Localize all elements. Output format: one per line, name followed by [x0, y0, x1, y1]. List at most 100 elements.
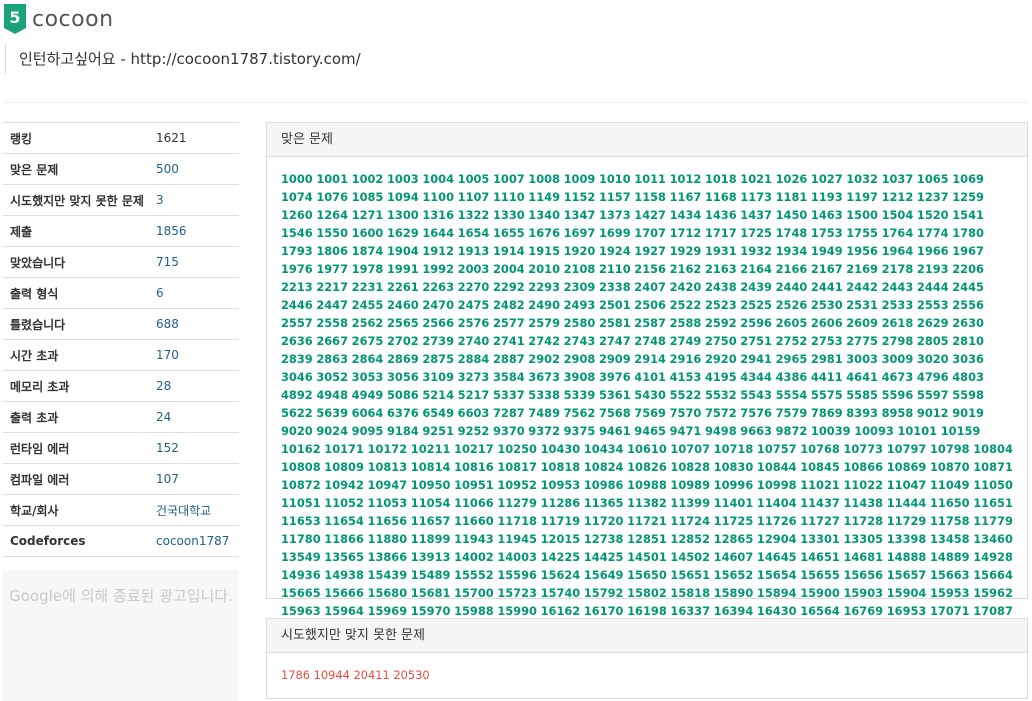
problem-link[interactable]: 4195: [705, 370, 737, 384]
problem-link[interactable]: 2941: [740, 352, 772, 366]
problem-link[interactable]: 1322: [458, 208, 490, 222]
problem-link[interactable]: 1725: [740, 226, 772, 240]
problem-link[interactable]: 1920: [564, 244, 596, 258]
problem-link[interactable]: 10797: [887, 442, 927, 456]
problem-link[interactable]: 2914: [634, 352, 666, 366]
problem-link[interactable]: 1697: [564, 226, 596, 240]
problem-link[interactable]: 2630: [952, 316, 984, 330]
problem-link[interactable]: 14928: [973, 550, 1013, 564]
problem-link[interactable]: 3052: [316, 370, 348, 384]
problem-link[interactable]: 11728: [843, 514, 883, 528]
problem-link[interactable]: 1037: [882, 172, 914, 186]
problem-link[interactable]: 1100: [422, 190, 454, 204]
problem-link[interactable]: 15723: [497, 586, 537, 600]
problem-link[interactable]: 12865: [714, 532, 754, 546]
problem-link[interactable]: 3673: [528, 370, 560, 384]
problem-link[interactable]: 10844: [757, 460, 797, 474]
problem-link[interactable]: 2884: [458, 352, 490, 366]
problem-link[interactable]: 5597: [917, 388, 949, 402]
problem-link[interactable]: 6064: [352, 406, 384, 420]
problem-link[interactable]: 2010: [528, 262, 560, 276]
problem-link[interactable]: 1949: [811, 244, 843, 258]
problem-link[interactable]: 1520: [917, 208, 949, 222]
problem-link[interactable]: 9252: [458, 424, 490, 438]
problem-link[interactable]: 1001: [316, 172, 348, 186]
problem-link[interactable]: 11049: [930, 478, 970, 492]
problem-link[interactable]: 5217: [458, 388, 490, 402]
problem-link[interactable]: 5596: [882, 388, 914, 402]
problem-link[interactable]: 11945: [497, 532, 537, 546]
problem-link[interactable]: 1012: [670, 172, 702, 186]
problem-link[interactable]: 6603: [458, 406, 490, 420]
problem-link[interactable]: 15650: [627, 568, 667, 582]
problem-link[interactable]: 1774: [917, 226, 949, 240]
problem-link[interactable]: 1027: [811, 172, 843, 186]
problem-link[interactable]: 1259: [952, 190, 984, 204]
problem-link[interactable]: 11866: [324, 532, 364, 546]
problem-link[interactable]: 10942: [324, 478, 364, 492]
problem-link[interactable]: 10996: [714, 478, 754, 492]
problem-link[interactable]: 1964: [882, 244, 914, 258]
problem-link[interactable]: 2110: [599, 262, 631, 276]
stats-value-link[interactable]: 28: [153, 370, 239, 402]
problem-link[interactable]: 9465: [634, 424, 666, 438]
problem-link[interactable]: 11725: [714, 514, 754, 528]
problem-link[interactable]: 1717: [705, 226, 737, 240]
problem-link[interactable]: 2525: [740, 298, 772, 312]
problem-link[interactable]: 14888: [887, 550, 927, 564]
problem-link[interactable]: 11399: [670, 496, 710, 510]
problem-link[interactable]: 1237: [917, 190, 949, 204]
problem-link[interactable]: 1157: [599, 190, 631, 204]
problem-link[interactable]: 1167: [670, 190, 702, 204]
problem-link[interactable]: 2587: [634, 316, 666, 330]
stats-value-link[interactable]: 건국대학교: [153, 494, 239, 526]
problem-link[interactable]: 10826: [627, 460, 667, 474]
problem-link[interactable]: 2576: [458, 316, 490, 330]
problem-link[interactable]: 2270: [458, 280, 490, 294]
problem-link[interactable]: 5337: [493, 388, 525, 402]
problem-link[interactable]: 7568: [599, 406, 631, 420]
problem-link[interactable]: 3056: [387, 370, 419, 384]
problem-link[interactable]: 10757: [757, 442, 797, 456]
problem-link[interactable]: 1764: [882, 226, 914, 240]
problem-link[interactable]: 1007: [493, 172, 525, 186]
problem-link[interactable]: 14502: [670, 550, 710, 564]
problem-link[interactable]: 11656: [368, 514, 408, 528]
problem-link[interactable]: 10952: [497, 478, 537, 492]
problem-link[interactable]: 11382: [627, 496, 667, 510]
problem-link[interactable]: 1546: [281, 226, 313, 240]
problem-link[interactable]: 10866: [843, 460, 883, 474]
problem-link[interactable]: 2108: [564, 262, 596, 276]
problem-link[interactable]: 2447: [316, 298, 348, 312]
stats-value-link[interactable]: 24: [153, 401, 239, 433]
problem-link[interactable]: 1806: [316, 244, 348, 258]
problem-link[interactable]: 2446: [281, 298, 313, 312]
problem-link[interactable]: 14607: [714, 550, 754, 564]
problem-link[interactable]: 2522: [670, 298, 702, 312]
problem-link[interactable]: 1152: [564, 190, 596, 204]
problem-link[interactable]: 4803: [952, 370, 984, 384]
problem-link[interactable]: 2531: [846, 298, 878, 312]
problem-link[interactable]: 12852: [670, 532, 710, 546]
problem-link[interactable]: 15953: [930, 586, 970, 600]
problem-link[interactable]: 1002: [352, 172, 384, 186]
problem-link[interactable]: 15802: [627, 586, 667, 600]
problem-link[interactable]: 10773: [843, 442, 883, 456]
problem-link[interactable]: 8958: [882, 406, 914, 420]
problem-link[interactable]: 12851: [627, 532, 667, 546]
problem-link[interactable]: 2588: [670, 316, 702, 330]
problem-link[interactable]: 1074: [281, 190, 313, 204]
problem-link[interactable]: 1967: [952, 244, 984, 258]
stats-value-link[interactable]: 6: [153, 277, 239, 309]
problem-link[interactable]: 2557: [281, 316, 313, 330]
problem-link[interactable]: 2470: [422, 298, 454, 312]
problem-link[interactable]: 11654: [324, 514, 364, 528]
problem-link[interactable]: 4153: [670, 370, 702, 384]
problem-link[interactable]: 2482: [493, 298, 525, 312]
stats-value-link[interactable]: 1856: [153, 215, 239, 247]
problem-link[interactable]: 16564: [800, 604, 840, 618]
problem-link[interactable]: 1436: [705, 208, 737, 222]
problem-link[interactable]: 15970: [411, 604, 451, 618]
problem-link[interactable]: 7287: [493, 406, 525, 420]
problem-link[interactable]: 5622: [281, 406, 313, 420]
